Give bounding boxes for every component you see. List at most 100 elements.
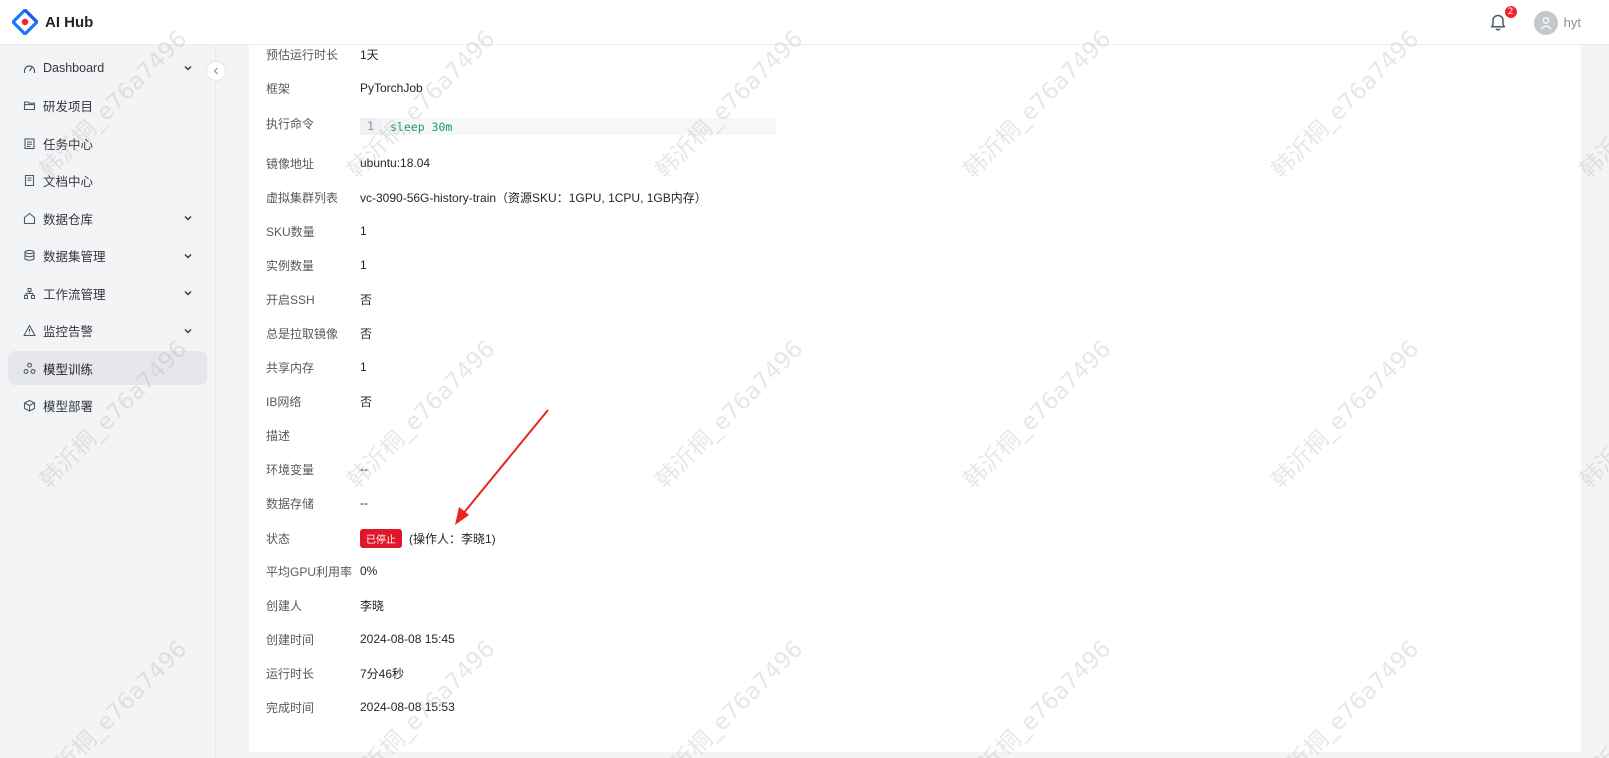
detail-label: 执行命令 [266,117,315,131]
detail-row-run-time: 运行时长 7分46秒 [266,663,404,683]
app-title: AI Hub [45,13,94,31]
status-badge: 已停止 [360,528,402,548]
sidebar-menu: Dashboard 研发项目 任务中心 文档中心 数据仓库 数据集管理 工作流管… [0,45,215,423]
code-line-number: 1 [360,118,382,135]
detail-label: 状态 [266,531,291,546]
code-text: sleep 30m [390,119,453,134]
detail-value: 2024-08-08 15:45 [360,632,455,646]
sidebar-item-label: 数据仓库 [43,212,94,227]
workflow-icon [22,286,36,300]
folder-icon [22,99,36,113]
detail-row-creator: 创建人 李晓 [266,595,384,615]
sidebar-item-dashboard[interactable]: Dashboard [8,51,207,85]
detail-row-duration-estimate: 预估运行时长 1天 [266,44,379,64]
detail-label: SKU数量 [266,224,315,239]
detail-label: IB网络 [266,394,302,409]
detail-value: vc-3090-56G-history-train（资源SKU：1GPU, 1C… [360,190,707,205]
detail-label: 预估运行时长 [266,47,339,62]
detail-label: 框架 [266,81,291,96]
detail-value: 已停止 (操作人：李晓1) [360,528,496,548]
sidebar-item-warehouse[interactable]: 数据仓库 [8,201,207,235]
sidebar-item-monitoring[interactable]: 监控告警 [8,314,207,348]
detail-row-ib: IB网络 否 [266,391,372,411]
detail-row-storage: 数据存储 -- [266,493,368,513]
training-icon [22,361,36,375]
deploy-icon [22,399,36,413]
sidebar-item-label: 文档中心 [43,175,94,189]
detail-value: 1 [360,360,367,374]
sidebar-item-label: 工作流管理 [43,287,106,302]
detail-row-always-pull: 总是拉取镜像 否 [266,323,372,343]
sidebar-collapse-button[interactable] [206,61,226,81]
detail-row-gpu-util: 平均GPU利用率 0% [266,561,377,581]
chevron-down-icon [183,325,193,335]
status-operator: (操作人：李晓1) [409,531,496,546]
detail-label: 描述 [266,428,291,443]
sidebar: Dashboard 研发项目 任务中心 文档中心 数据仓库 数据集管理 工作流管… [0,45,216,758]
chevron-left-icon [212,65,220,78]
chevron-down-icon [183,62,193,72]
detail-value: 否 [360,394,373,409]
detail-row-vcluster: 虚拟集群列表 vc-3090-56G-history-train（资源SKU：1… [266,187,707,207]
sidebar-item-docs[interactable]: 文档中心 [8,164,207,198]
notification-bell-button[interactable]: 2 [1488,5,1517,33]
detail-label: 数据存储 [266,496,315,511]
notification-count-badge: 2 [1504,5,1517,18]
detail-value: PyTorchJob [360,81,423,95]
detail-value: 否 [360,292,373,307]
detail-value: 0% [360,564,378,578]
detail-row-env: 环境变量 -- [266,459,368,479]
sidebar-item-label: 模型训练 [43,362,94,377]
sidebar-item-label: 数据集管理 [43,250,106,264]
detail-row-shm: 共享内存 1 [266,357,367,377]
detail-row-status: 状态 已停止 (操作人：李晓1) [266,528,496,548]
detail-label: 开启SSH [266,292,315,307]
detail-row-ssh: 开启SSH 否 [266,289,372,309]
sidebar-item-tasks[interactable]: 任务中心 [8,126,207,160]
task-icon [22,136,36,150]
app-logo[interactable]: AI Hub [11,8,94,36]
detail-row-instance-count: 实例数量 1 [266,255,367,275]
user-menu[interactable]: hyt [1533,10,1581,35]
sidebar-item-projects[interactable]: 研发项目 [8,89,207,123]
warehouse-icon [22,211,36,225]
detail-row-framework: 框架 PyTorchJob [266,78,423,98]
detail-value: 7分46秒 [360,666,405,681]
chevron-down-icon [183,287,193,297]
sidebar-item-label: Dashboard [43,61,105,75]
detail-row-image: 镜像地址 ubuntu:18.04 [266,153,430,173]
detail-label: 实例数量 [266,258,315,273]
sidebar-item-label: 任务中心 [43,137,94,152]
sidebar-item-label: 监控告警 [43,325,94,339]
command-code-block: 1 sleep 30m [360,118,776,135]
detail-value: -- [360,496,368,510]
detail-label: 创建人 [266,598,303,613]
sidebar-item-label: 研发项目 [43,100,94,114]
detail-label: 完成时间 [266,700,315,715]
detail-value: -- [360,462,368,476]
sidebar-item-datasets[interactable]: 数据集管理 [8,239,207,273]
detail-label: 虚拟集群列表 [266,190,339,205]
database-icon [22,249,36,263]
sidebar-item-label: 模型部署 [43,400,94,414]
detail-row-created-at: 创建时间 2024-08-08 15:45 [266,629,455,649]
sidebar-item-workflows[interactable]: 工作流管理 [8,276,207,310]
detail-value: 否 [360,326,373,341]
detail-value: 1天 [360,47,379,62]
detail-value: 1 [360,224,367,238]
detail-value: 1 [360,258,367,272]
detail-value: 2024-08-08 15:53 [360,700,455,714]
sidebar-item-model-training[interactable]: 模型训练 [8,351,207,385]
detail-label: 创建时间 [266,632,315,647]
detail-label: 共享内存 [266,360,315,375]
user-icon [1540,16,1552,29]
detail-label: 环境变量 [266,462,315,477]
bell-icon [1488,14,1508,37]
chevron-down-icon [183,250,193,260]
detail-label: 平均GPU利用率 [266,564,353,579]
dashboard-icon [22,61,36,75]
detail-row-description: 描述 [266,425,360,445]
detail-row-sku-count: SKU数量 1 [266,221,367,241]
detail-label: 镜像地址 [266,156,315,171]
sidebar-item-model-deploy[interactable]: 模型部署 [8,389,207,423]
